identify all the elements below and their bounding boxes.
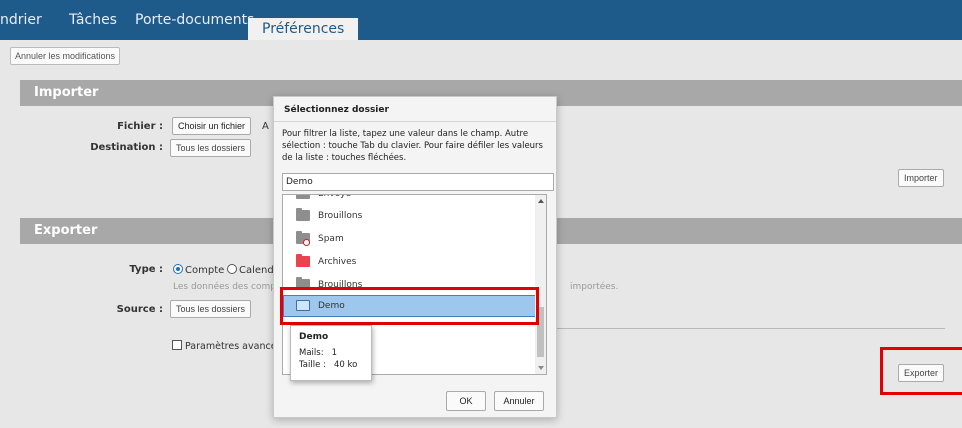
destination-select[interactable]: Tous les dossiers bbox=[170, 139, 252, 157]
destination-label: Destination : bbox=[90, 142, 163, 153]
top-navigation-bar: ndrier Tâches Porte-documents Préférence… bbox=[0, 0, 962, 40]
export-note-right: importées. bbox=[570, 282, 619, 292]
type-radio-account[interactable]: Compte bbox=[173, 264, 224, 276]
tooltip-mails: Mails: 1 bbox=[299, 348, 338, 358]
radio-unchecked-icon bbox=[227, 264, 237, 274]
sent-folder-icon bbox=[296, 195, 310, 199]
advanced-settings-checkbox[interactable]: Paramètres avancés bbox=[172, 340, 282, 352]
divider bbox=[274, 121, 556, 122]
revert-changes-button[interactable]: Annuler les modifications bbox=[10, 47, 121, 65]
folder-tooltip: Demo Mails: 1 Taille : 40 ko bbox=[290, 325, 372, 381]
tab-briefcase[interactable]: Porte-documents bbox=[135, 0, 254, 40]
tab-preferences[interactable]: Préférences bbox=[248, 18, 359, 40]
source-label: Source : bbox=[116, 304, 163, 315]
list-item[interactable]: Spam bbox=[283, 228, 536, 250]
source-select[interactable]: Tous les dossiers bbox=[170, 300, 252, 318]
checkbox-icon bbox=[172, 340, 182, 350]
tooltip-title: Demo bbox=[299, 332, 329, 342]
scroll-down-icon[interactable] bbox=[538, 366, 544, 370]
tooltip-size: Taille : 40 ko bbox=[299, 360, 358, 370]
list-item[interactable]: Archives bbox=[283, 251, 536, 273]
demo-highlight-box bbox=[280, 287, 539, 325]
spam-badge-icon bbox=[303, 239, 310, 246]
tab-calendar[interactable]: ndrier bbox=[0, 0, 42, 40]
radio-checked-icon bbox=[173, 264, 183, 274]
dialog-help-text: Pour filtrer la liste, tapez une valeur … bbox=[282, 129, 543, 163]
export-highlight-box bbox=[880, 347, 962, 395]
list-item[interactable]: Brouillons bbox=[283, 205, 536, 227]
list-item[interactable]: Envoyé bbox=[283, 195, 536, 205]
file-status: A bbox=[262, 121, 269, 132]
folder-filter-input[interactable] bbox=[282, 173, 554, 191]
ok-button[interactable]: OK bbox=[446, 391, 486, 411]
choose-file-button[interactable]: Choisir un fichier bbox=[172, 117, 252, 135]
type-label: Type : bbox=[129, 264, 163, 275]
scroll-up-icon[interactable] bbox=[538, 199, 544, 203]
cancel-button[interactable]: Annuler bbox=[494, 391, 544, 411]
divider bbox=[557, 328, 945, 329]
folder-list-scrollbar[interactable] bbox=[535, 195, 546, 374]
type-radio-calendar[interactable]: Calend bbox=[227, 264, 274, 276]
archive-folder-icon bbox=[296, 254, 310, 267]
dialog-title: Sélectionnez dossier bbox=[284, 105, 389, 115]
drafts-folder-icon bbox=[296, 208, 310, 221]
import-button[interactable]: Importer bbox=[898, 169, 944, 187]
export-note-left: Les données des comp bbox=[173, 282, 276, 292]
tab-tasks[interactable]: Tâches bbox=[69, 0, 117, 40]
file-label: Fichier : bbox=[117, 121, 163, 132]
